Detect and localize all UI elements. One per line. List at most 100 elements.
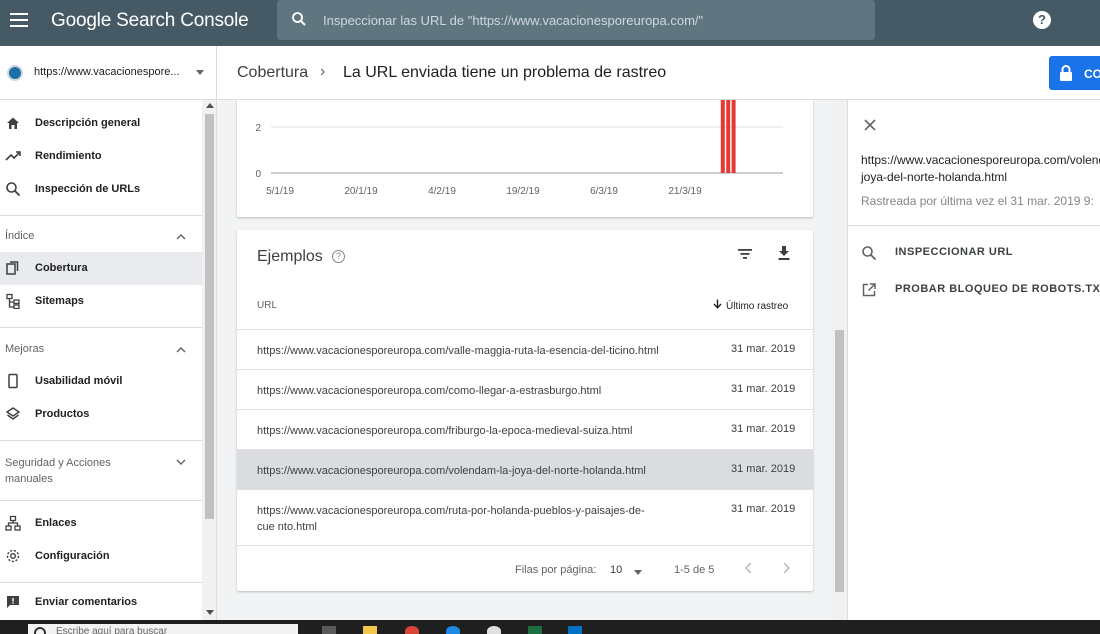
outlook-icon[interactable] — [568, 626, 582, 634]
sidebar-item-label: Productos — [35, 408, 90, 420]
x-tick-label: 5/1/19 — [266, 186, 294, 197]
coverage-icon — [6, 261, 19, 275]
sidebar-divider — [0, 500, 202, 501]
table-row[interactable]: https://www.vacacionesporeuropa.com/ruta… — [237, 489, 813, 545]
breadcrumb-parent[interactable]: Cobertura — [237, 64, 308, 82]
app-title[interactable]: Google Search Console — [51, 10, 249, 32]
breadcrumb-separator: › — [320, 63, 326, 80]
test-robots-button[interactable]: PROBAR BLOQUEO DE ROBOTS.TXT — [861, 280, 1100, 300]
task-view-icon[interactable] — [322, 626, 336, 634]
examples-card: Ejemplos ? URL Último rastreo https://ww… — [237, 230, 813, 591]
main-scrollbar[interactable] — [832, 100, 847, 620]
sidebar-item-products[interactable]: Productos — [0, 398, 202, 431]
chart-bar — [726, 100, 731, 173]
column-header-last-crawl-label: Último rastreo — [726, 301, 789, 312]
sidebar-item-coverage[interactable]: Cobertura — [0, 252, 202, 285]
sidebar-item-label: Descripción general — [35, 117, 141, 129]
table-row[interactable]: https://www.vacacionesporeuropa.com/vall… — [237, 329, 813, 369]
sidebar-item-label: Inspección de URLs — [35, 183, 141, 195]
sidebar-item-overview[interactable]: Descripción general — [0, 107, 202, 140]
sidebar-item-label: Sitemaps — [35, 295, 84, 307]
y-tick-label: 2 — [255, 123, 261, 134]
url-details-panel: https://www.vacacionesporeuropa.com/vole… — [847, 100, 1100, 620]
search-icon — [6, 182, 21, 197]
section-improvements: Mejoras — [5, 343, 45, 355]
chevron-down-icon[interactable] — [634, 570, 642, 575]
links-icon — [5, 515, 21, 531]
row-date: 31 mar. 2019 — [731, 463, 796, 475]
help-icon[interactable]: ? — [1033, 11, 1051, 29]
table-row[interactable]: https://www.vacacionesporeuropa.com/frib… — [237, 409, 813, 449]
sidebar-item-label: Rendimiento — [35, 150, 102, 162]
sidebar-item-mobile-usability[interactable]: Usabilidad móvil — [0, 365, 202, 398]
chevron-up-icon[interactable] — [176, 232, 186, 242]
row-url: https://www.vacacionesporeuropa.com/como… — [257, 385, 602, 397]
row-date: 31 mar. 2019 — [731, 503, 796, 515]
excel-icon[interactable] — [528, 626, 542, 634]
column-header-url[interactable]: URL — [257, 300, 277, 311]
chart-bar — [731, 100, 736, 173]
section-index: Índice — [5, 230, 35, 242]
sidebar-item-label: Enviar comentarios — [35, 596, 138, 608]
sidebar-item-sitemaps[interactable]: Sitemaps — [0, 285, 202, 318]
chrome-icon[interactable] — [405, 626, 419, 634]
help-circle-icon[interactable]: ? — [332, 250, 345, 263]
sidebar-item-feedback[interactable]: Enviar comentarios — [0, 586, 202, 619]
property-selector[interactable]: https://www.vacacionespore... — [0, 46, 217, 100]
x-tick-label: 20/1/19 — [344, 186, 378, 197]
test-robots-label: PROBAR BLOQUEO DE ROBOTS.TXT — [895, 283, 1100, 295]
main-scrollbar-thumb[interactable] — [835, 330, 844, 592]
column-header-last-crawl[interactable]: Último rastreo — [713, 299, 788, 312]
scroll-up-icon[interactable] — [206, 103, 214, 108]
sidebar-item-url-inspection[interactable]: Inspección de URLs — [0, 173, 202, 206]
sidebar-divider — [0, 440, 202, 441]
search-icon — [292, 12, 306, 26]
chevron-left-icon[interactable] — [744, 561, 754, 575]
app-icon[interactable] — [487, 626, 501, 634]
filter-icon[interactable] — [737, 248, 753, 260]
url-inspection-search[interactable]: Inspeccionar las URL de "https://www.vac… — [277, 0, 875, 40]
property-favicon-icon — [7, 65, 23, 81]
x-tick-label: 21/3/19 — [668, 186, 702, 197]
close-icon[interactable] — [863, 118, 877, 132]
section-security: Seguridad y Acciones manuales — [5, 455, 111, 487]
row-url: https://www.vacacionesporeuropa.com/vall… — [257, 345, 659, 357]
download-icon[interactable] — [777, 245, 791, 261]
rows-per-page-select[interactable]: 10 — [610, 564, 622, 576]
file-explorer-icon[interactable] — [363, 626, 377, 634]
sidebar-scrollbar-thumb[interactable] — [205, 114, 214, 519]
arrow-down-icon — [713, 299, 722, 309]
x-tick-label: 4/2/19 — [428, 186, 456, 197]
layers-icon — [5, 407, 21, 420]
home-icon — [7, 117, 19, 129]
chevron-down-icon — [196, 70, 204, 75]
sidebar-item-performance[interactable]: Rendimiento — [0, 140, 202, 173]
phone-icon — [8, 373, 18, 389]
sidebar-item-settings[interactable]: Configuración — [0, 540, 202, 573]
validate-button[interactable]: CO — [1049, 56, 1100, 90]
sidebar-item-links[interactable]: Enlaces — [0, 507, 202, 540]
browser-icon[interactable] — [446, 626, 460, 634]
taskbar-search[interactable]: Escribe aquí para buscar — [28, 624, 298, 634]
table-row-selected[interactable]: https://www.vacacionesporeuropa.com/vole… — [237, 449, 813, 489]
search-icon — [862, 246, 877, 261]
sidebar-item-label: Enlaces — [35, 517, 77, 529]
sidebar-scrollbar[interactable] — [202, 100, 216, 620]
chevron-down-icon[interactable] — [176, 457, 186, 467]
menu-icon[interactable] — [10, 13, 28, 27]
chevron-right-icon[interactable] — [781, 561, 791, 575]
row-date: 31 mar. 2019 — [731, 383, 796, 395]
table-row[interactable]: https://www.vacacionesporeuropa.com/como… — [237, 369, 813, 409]
coverage-chart: 0 2 5/1/19 20/1/19 4/2/19 19/2/19 6/3/19 21/3/1… — [255, 100, 783, 197]
property-name: https://www.vacacionespore... — [34, 66, 180, 78]
scroll-down-icon[interactable] — [206, 610, 214, 615]
trending-up-icon — [5, 151, 21, 161]
panel-url: https://www.vacacionesporeuropa.com/vole… — [861, 153, 1100, 184]
inspect-url-button[interactable]: INSPECCIONAR URL — [861, 243, 1100, 263]
panel-divider — [848, 225, 1100, 226]
row-url: https://www.vacacionesporeuropa.com/frib… — [257, 425, 633, 437]
page-header: https://www.vacacionespore... Cobertura … — [0, 46, 1100, 100]
sidebar-item-label: Usabilidad móvil — [35, 375, 123, 387]
chevron-up-icon[interactable] — [176, 345, 186, 355]
row-url: https://www.vacacionesporeuropa.com/ruta… — [257, 505, 645, 533]
